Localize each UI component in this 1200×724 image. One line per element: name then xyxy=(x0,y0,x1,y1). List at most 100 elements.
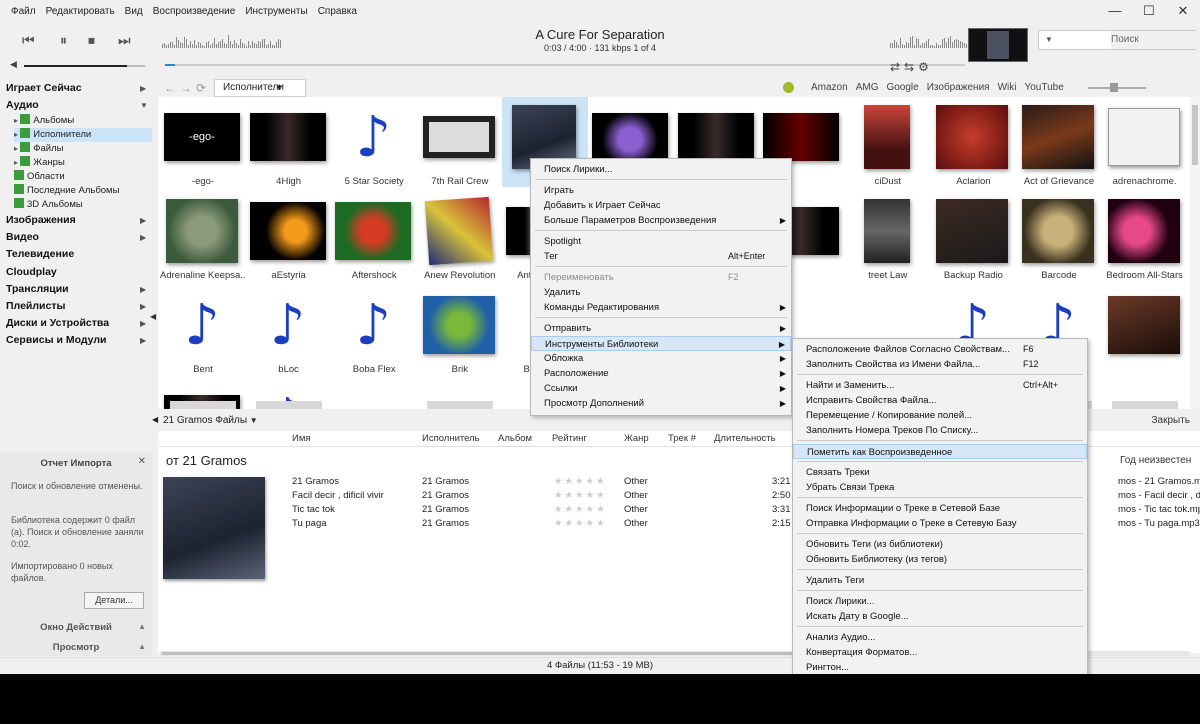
sidebar-section-4[interactable]: Трансляции xyxy=(6,283,69,295)
artist-tile[interactable]: Aclarion xyxy=(930,97,1016,187)
menu-item[interactable]: Перемещение / Копирование полей... xyxy=(793,408,1087,423)
menu-item[interactable]: Тег Alt+Enter xyxy=(531,249,791,264)
menu-item-5[interactable]: Справка xyxy=(313,6,362,17)
menu-item[interactable]: Отправка Информации о Треке в Сетевую Ба… xyxy=(793,516,1087,531)
column-header-4[interactable]: Жанр xyxy=(624,433,649,444)
menu-item[interactable]: Найти и Заменить... Ctrl+Alt+ xyxy=(793,378,1087,393)
close-icon[interactable]: ✕ xyxy=(138,456,146,467)
close-panel-button[interactable]: Закрыть xyxy=(1151,415,1190,426)
chevron-right-icon[interactable]: ▶ xyxy=(140,233,146,242)
menu-item[interactable]: Расположение Файлов Согласно Свойствам..… xyxy=(793,342,1087,357)
stop-icon[interactable]: ⏹ xyxy=(88,32,95,48)
artist-tile[interactable]: Act of Grievance xyxy=(1016,97,1102,187)
menu-item-2[interactable]: Вид xyxy=(120,6,148,17)
artist-tile[interactable]: Barcode xyxy=(1016,191,1102,281)
chevron-right-icon[interactable]: ▶ xyxy=(140,336,146,345)
chevron-right-icon[interactable]: ▶ xyxy=(140,216,146,225)
menu-item[interactable]: Больше Параметров Воспроизведения ▶ xyxy=(531,213,791,228)
chevron-right-icon[interactable]: ▼ xyxy=(140,101,148,110)
artist-tile[interactable]: 7th Rail Crew xyxy=(417,97,503,187)
menu-item[interactable]: Добавить к Играет Сейчас xyxy=(531,198,791,213)
minimize-button[interactable]: — xyxy=(1098,0,1132,22)
menu-item[interactable]: Исправить Свойства Файла... xyxy=(793,393,1087,408)
zoom-slider-handle[interactable] xyxy=(1110,83,1118,92)
maximize-button[interactable]: ☐ xyxy=(1132,0,1166,22)
sidebar-section-3[interactable]: Cloudplay xyxy=(6,266,57,278)
artist-tile[interactable]: Brik xyxy=(417,285,503,375)
artist-tile[interactable]: Adrenaline Keepsa... xyxy=(160,191,246,281)
menu-item-0[interactable]: Файл xyxy=(6,6,41,17)
column-header-6[interactable]: Длительность xyxy=(714,433,776,444)
menu-item[interactable]: Обложка ▶ xyxy=(531,351,791,366)
artist-tile[interactable]: ♪ Boba Flex xyxy=(331,285,417,376)
menu-item[interactable]: Связать Треки xyxy=(793,465,1087,480)
sidebar-section-7[interactable]: Сервисы и Модули xyxy=(6,334,106,346)
column-header-1[interactable]: Исполнитель xyxy=(422,433,480,444)
chevron-right-icon[interactable]: ▶ xyxy=(140,285,146,294)
seek-bar[interactable] xyxy=(165,64,965,66)
menu-item[interactable]: Переименовать F2 xyxy=(531,270,791,285)
sidebar-item-4[interactable]: Области xyxy=(14,170,152,184)
column-header-3[interactable]: Рейтинг xyxy=(552,433,587,444)
menu-item[interactable]: Конвертация Форматов... xyxy=(793,645,1087,660)
album-cover[interactable] xyxy=(163,477,265,579)
sidebar-item-2[interactable]: ▸ Файлы xyxy=(14,142,152,156)
menu-item[interactable]: Играть xyxy=(531,183,791,198)
close-window-button[interactable]: ✕ xyxy=(1166,0,1200,22)
menu-item[interactable]: Просмотр Дополнений ▶ xyxy=(531,396,791,411)
refresh-icon[interactable]: ⟳ xyxy=(196,81,206,95)
sidebar-section-5[interactable]: Плейлисты xyxy=(6,300,65,312)
menu-item-1[interactable]: Редактировать xyxy=(41,6,120,17)
column-header-2[interactable]: Альбом xyxy=(498,433,532,444)
back-icon[interactable]: ← xyxy=(164,81,176,95)
artist-tile[interactable]: ♪ bLoc xyxy=(246,285,332,376)
search-input[interactable]: ▼ Поиск xyxy=(1038,30,1200,50)
sidebar-section-6[interactable]: Диски и Устройства xyxy=(6,317,109,329)
artist-tile[interactable]: Bedroom All-Stars xyxy=(1102,191,1188,281)
artist-tile[interactable]: -ego- -ego- xyxy=(160,97,246,187)
artist-tile[interactable]: ciDust xyxy=(845,97,931,187)
menu-item-4[interactable]: Инструменты xyxy=(240,6,312,17)
volume-slider[interactable]: ◀ xyxy=(10,59,145,72)
sidebar-section-1[interactable]: Видео xyxy=(6,231,39,243)
chevron-down-icon[interactable]: ▼ xyxy=(1045,31,1053,49)
previous-icon[interactable]: ⏮ xyxy=(22,32,35,48)
menu-item[interactable]: Пометить как Воспроизведенное xyxy=(793,444,1087,459)
menu-item[interactable]: Обновить Библиотеку (из тегов) xyxy=(793,552,1087,567)
forward-icon[interactable]: → xyxy=(180,81,192,95)
column-header-0[interactable]: Имя xyxy=(292,433,311,444)
sidebar-audio[interactable]: Аудио xyxy=(6,99,39,111)
menu-item[interactable]: Заполнить Номера Треков По Списку... xyxy=(793,423,1087,438)
chevron-right-icon[interactable]: ▶ xyxy=(140,302,146,311)
menu-item[interactable]: Убрать Связи Трека xyxy=(793,480,1087,495)
chevron-right-icon[interactable]: ▶ xyxy=(140,319,146,328)
web-link-0[interactable]: Amazon xyxy=(811,82,848,93)
sidebar-section-0[interactable]: Изображения xyxy=(6,214,76,226)
actions-panel-header[interactable]: Окно Действий ▲ xyxy=(0,622,152,633)
sidebar-section-2[interactable]: Телевидение xyxy=(6,248,74,260)
menu-item[interactable]: Искать Дату в Google... xyxy=(793,609,1087,624)
web-link-3[interactable]: Изображения xyxy=(927,82,990,93)
artist-tile[interactable]: adrenachrome. xyxy=(1102,97,1188,187)
menu-item[interactable]: Поиск Информации о Треке в Сетевой Базе xyxy=(793,501,1087,516)
playback-mode-icons[interactable]: ⇄⇆⚙ xyxy=(890,60,933,74)
menu-item[interactable]: Spotlight xyxy=(531,234,791,249)
menu-item[interactable]: Команды Редактирования ▶ xyxy=(531,300,791,315)
menu-item[interactable]: Анализ Аудио... xyxy=(793,630,1087,645)
web-link-1[interactable]: AMG xyxy=(856,82,879,93)
artist-tile[interactable]: ♪ Bent xyxy=(160,285,246,376)
rating-stars[interactable]: ★★★★★ xyxy=(554,490,607,501)
sidebar-item-1[interactable]: ▸ Исполнители xyxy=(14,128,152,142)
menu-item[interactable]: Рингтон... xyxy=(793,660,1087,674)
artist-tile[interactable]: Anew Revolution xyxy=(417,191,503,281)
collapse-arrow-icon[interactable]: ◀ xyxy=(150,312,156,321)
pause-icon[interactable]: ⏸ xyxy=(60,32,67,48)
collapse-left-icon[interactable]: ◀ xyxy=(152,415,158,424)
next-icon[interactable]: ⏭ xyxy=(118,32,131,48)
menu-item[interactable]: Поиск Лирики... xyxy=(793,594,1087,609)
artist-tile[interactable]: Aftershock xyxy=(331,191,417,281)
artist-tile[interactable]: ♪ 5 Star Society xyxy=(331,97,417,188)
sidebar-item-0[interactable]: ▸ Альбомы xyxy=(14,114,152,128)
rating-stars[interactable]: ★★★★★ xyxy=(554,518,607,529)
view-dropdown[interactable]: Исполнители ▼ xyxy=(214,79,306,97)
